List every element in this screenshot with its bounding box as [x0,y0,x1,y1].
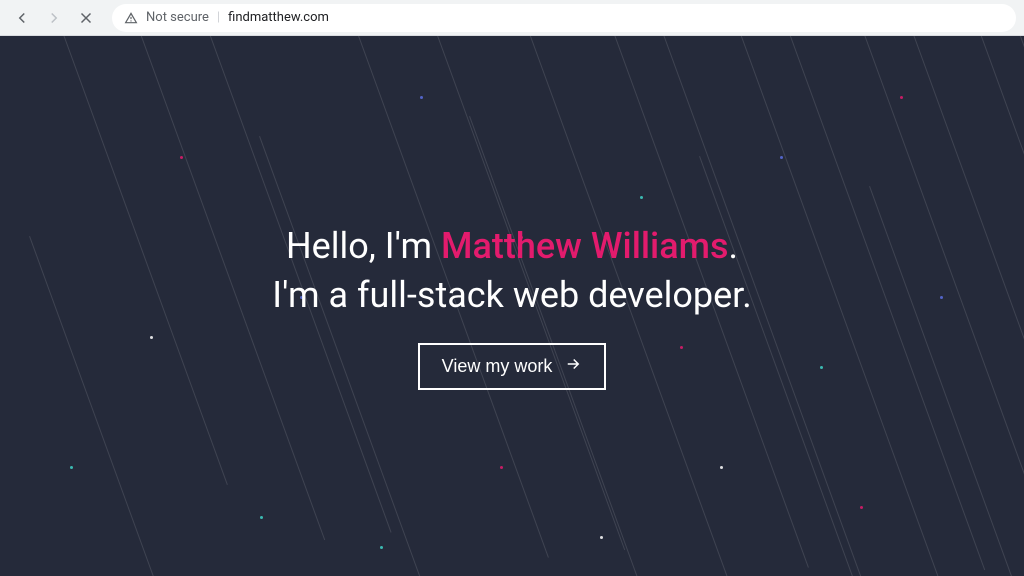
stop-button[interactable] [72,4,100,32]
address-bar[interactable]: Not secure | findmatthew.com [112,4,1016,32]
address-separator: | [217,10,220,25]
url-text: findmatthew.com [228,10,329,25]
hero-greeting: Hello, I'm Matthew Williams. [272,222,751,271]
view-work-button[interactable]: View my work [418,343,607,390]
greeting-suffix: . [729,225,739,267]
forward-button[interactable] [40,4,68,32]
hero-name: Matthew Williams [441,225,729,267]
security-label: Not secure [146,10,209,25]
browser-toolbar: Not secure | findmatthew.com [0,0,1024,36]
not-secure-icon [124,11,138,25]
hero-tagline: I'm a full-stack web developer. [272,271,751,320]
hero-text: Hello, I'm Matthew Williams. I'm a full-… [272,222,751,390]
back-button[interactable] [8,4,36,32]
hero-section: Hello, I'm Matthew Williams. I'm a full-… [0,36,1024,576]
arrow-right-icon [564,355,582,378]
greeting-prefix: Hello, I'm [286,225,441,267]
cta-label: View my work [442,356,553,377]
